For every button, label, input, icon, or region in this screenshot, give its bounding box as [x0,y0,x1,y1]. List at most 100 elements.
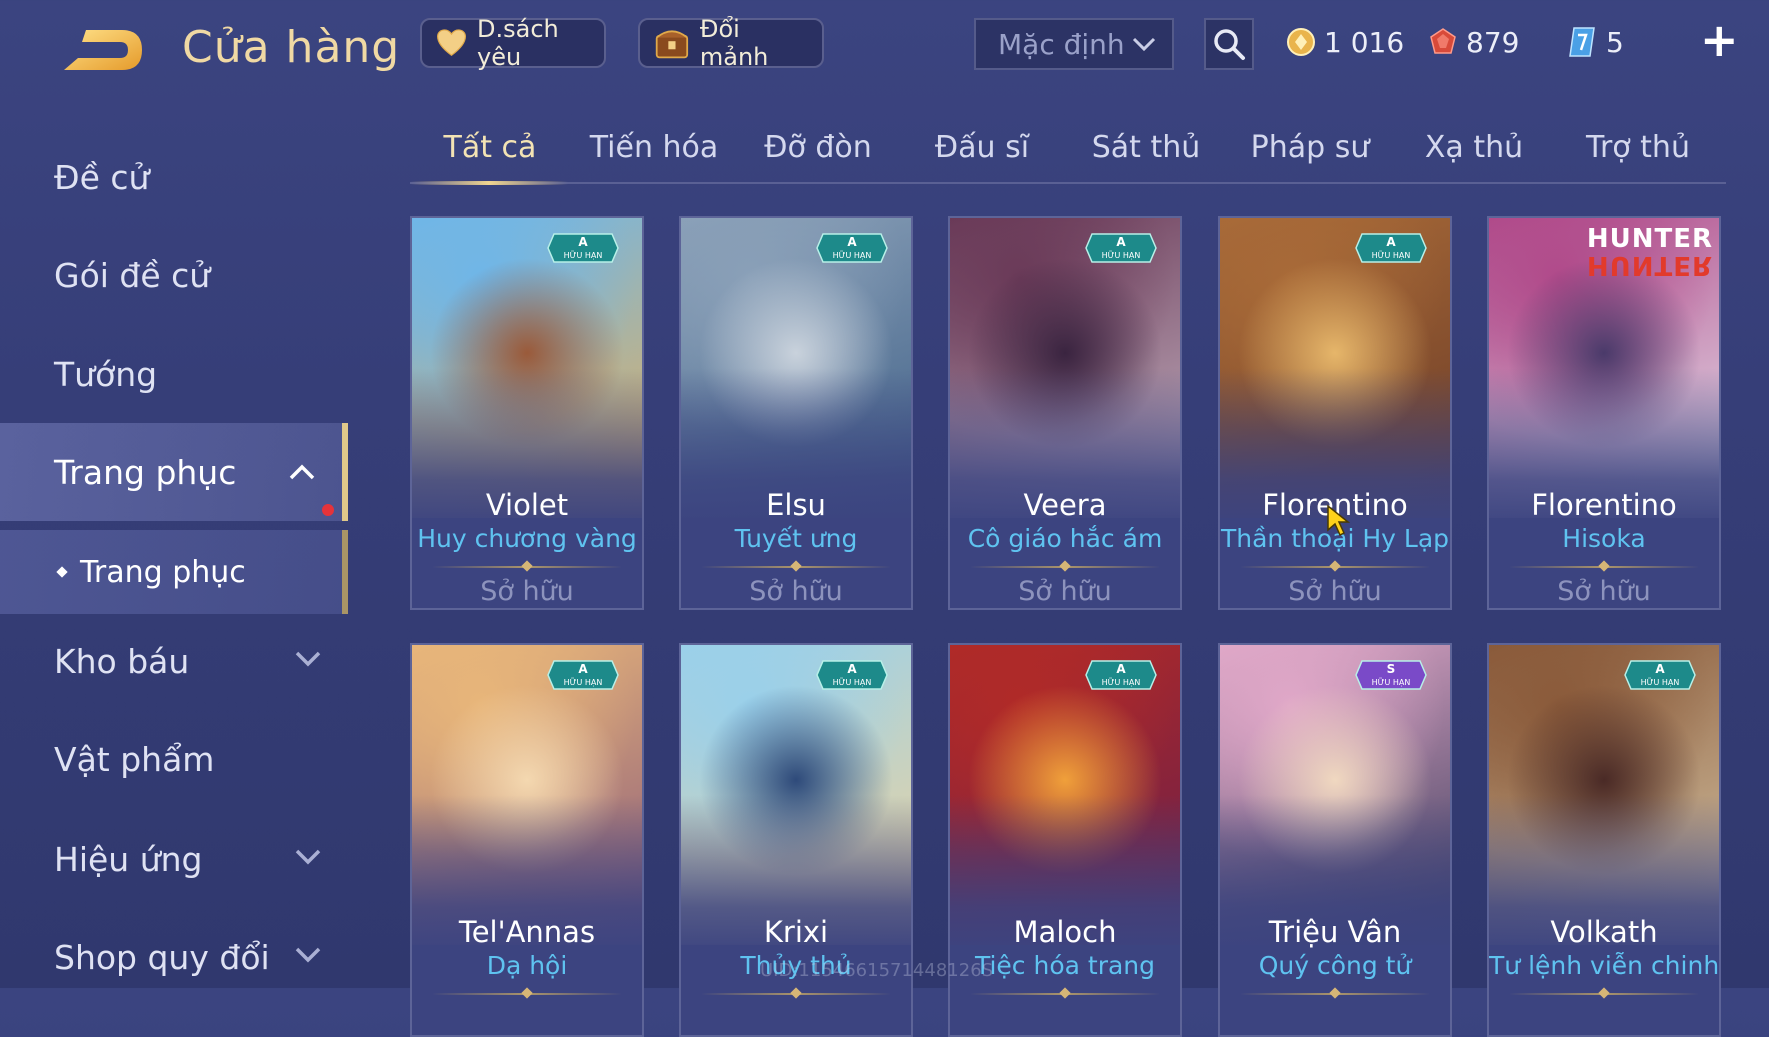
tab-support[interactable]: Trợ thủ [1558,130,1718,165]
skin-card[interactable]: A HỮU HẠN Veera Cô giáo hắc ám Sở hữu [948,216,1182,610]
owned-status: Sở hữu [1018,576,1112,607]
ticket-icon [1569,27,1595,57]
logo-line-mirrored: HUNTER [1586,250,1713,280]
tab-marksman[interactable]: Xạ thủ [1394,130,1554,165]
badge-tier: A [1386,235,1396,249]
sidebar-item-heroes[interactable]: Tướng [0,329,348,419]
owned-status: Sở hữu [480,576,574,607]
skin-card[interactable]: A HỮU HẠN Florentino Thần thoại Hy Lạp Sở hữ… [1218,216,1452,610]
sidebar-item-recommended-packs[interactable]: Gói đề cử [0,230,348,320]
badge-tier: A [847,235,857,249]
skin-card[interactable]: A HỮU HẠN Volkath Tư lệnh viễn chinh [1487,643,1721,1037]
divider-diamond-icon [790,560,802,572]
divider-diamond-icon [521,987,533,999]
back-button[interactable] [56,24,146,78]
limited-badge-icon: AHỮU HẠN [816,660,888,690]
back-arrow-icon [64,30,142,70]
badge-tier: S [1387,662,1396,676]
tab-assassin[interactable]: Sát thủ [1066,130,1226,165]
voucher-currency: 879 [1428,20,1519,64]
divider-diamond-icon [1329,987,1341,999]
chest-icon [655,30,689,59]
add-currency-button[interactable]: + [1700,17,1739,66]
divider-diamond-icon [790,987,802,999]
exchange-label: Đổi mảnh [699,15,769,71]
tab-all[interactable]: Tất cả [410,130,570,165]
badge-tier: A [1116,235,1126,249]
favorites-label: D.sách yêu [477,15,559,71]
sidebar-item-label: Vật phẩm [54,739,215,779]
limited-badge-icon: AHỮU HẠN [547,233,619,263]
skin-card[interactable]: HUNTER HUNTER Florentino Hisoka Sở hữu [1487,216,1721,610]
skin-name: Tuyết ưng [734,524,858,553]
notification-dot [322,504,334,516]
category-tabs: Tất cả Tiến hóa Đỡ đòn Đấu sĩ Sát thủ Ph… [410,118,1726,185]
ticket-amount: 5 [1606,25,1624,59]
hero-name: Elsu [766,488,826,522]
badge-tier: A [1116,662,1126,676]
uid-watermark: UID:1154661571448126S [760,960,994,981]
sidebar-item-label: Tướng [54,354,158,394]
limited-badge-icon: AHỮU HẠN [547,660,619,690]
limited-badge-icon: AHỮU HẠN [1085,233,1157,263]
sort-value: Mặc định [998,27,1125,61]
sidebar-subitem-skins[interactable]: Trang phục [0,530,348,614]
skin-name: Cô giáo hắc ám [967,524,1163,553]
hunter-x-hunter-logo: HUNTER HUNTER [1586,226,1713,280]
gold-amount: 1 016 [1324,25,1405,59]
skin-card[interactable]: S HỮU HẠN Triệu Vân Quý công tử [1218,643,1452,1037]
tab-tank[interactable]: Đỡ đòn [738,130,898,165]
active-tab-indicator [410,181,568,185]
badge-tier: A [847,662,857,676]
sidebar-item-recommended[interactable]: Đề cử [0,132,348,222]
skin-name: Tư lệnh viễn chinh [1489,951,1720,980]
exchange-fragments-button[interactable]: Đổi mảnh [638,15,824,71]
limited-badge-icon: SHỮU HẠN [1355,660,1427,690]
badge-tier: A [578,235,588,249]
ticket-currency: 5 [1568,20,1624,64]
chevron-up-icon [289,464,315,480]
sidebar-item-label: Đề cử [54,157,150,197]
chevron-down-icon [295,849,321,865]
sort-dropdown[interactable]: Mặc định [974,18,1174,70]
heart-icon [437,29,466,57]
owned-status: Sở hữu [1557,576,1651,607]
search-button[interactable] [1204,18,1254,70]
tab-mage[interactable]: Pháp sư [1230,130,1390,165]
divider-diamond-icon [1059,560,1071,572]
hero-name: Maloch [1013,915,1117,949]
skin-name: Huy chương vàng [417,524,637,553]
sidebar-item-exchange-shop[interactable]: Shop quy đổi [0,912,348,1002]
limited-badge-icon: AHỮU HẠN [1085,660,1157,690]
skin-card[interactable]: A HỮU HẠN Violet Huy chương vàng Sở hữu [410,216,644,610]
skin-card[interactable]: A HỮU HẠN Tel'Annas Dạ hội [410,643,644,1037]
sidebar-subitem-label: Trang phục [80,554,246,590]
sidebar-item-treasure[interactable]: Kho báu [0,616,348,706]
voucher-amount: 879 [1466,25,1520,59]
badge-label: HỮU HẠN [833,249,872,261]
gold-coin-icon [1287,28,1315,56]
badge-label: HỮU HẠN [1102,676,1141,688]
sidebar: Đề cử Gói đề cử Tướng Trang phục Trang p… [0,120,348,988]
red-voucher-icon [1430,28,1456,54]
skin-name: Hisoka [1562,524,1646,553]
sidebar-item-effects[interactable]: Hiệu ứng [0,814,348,904]
tab-evolution[interactable]: Tiến hóa [574,130,734,165]
sidebar-item-items[interactable]: Vật phẩm [0,714,348,804]
skin-card[interactable]: A HỮU HẠN Elsu Tuyết ưng Sở hữu [679,216,913,610]
badge-tier: A [1655,662,1665,676]
badge-label: HỮU HẠN [564,676,603,688]
limited-badge-icon: AHỮU HẠN [1624,660,1696,690]
hero-name: Volkath [1550,915,1658,949]
search-icon [1214,29,1245,60]
sidebar-item-skins[interactable]: Trang phục [0,423,348,521]
hero-name: Triệu Vân [1268,915,1402,949]
skin-name: Quý công tử [1258,951,1412,980]
page-title: Cửa hàng [182,22,401,73]
badge-label: HỮU HẠN [1102,249,1141,261]
mouse-cursor-icon [1327,504,1351,537]
favorites-button[interactable]: D.sách yêu [420,15,606,71]
tab-fighter[interactable]: Đấu sĩ [902,130,1062,165]
badge-label: HỮU HẠN [833,676,872,688]
divider-diamond-icon [521,560,533,572]
